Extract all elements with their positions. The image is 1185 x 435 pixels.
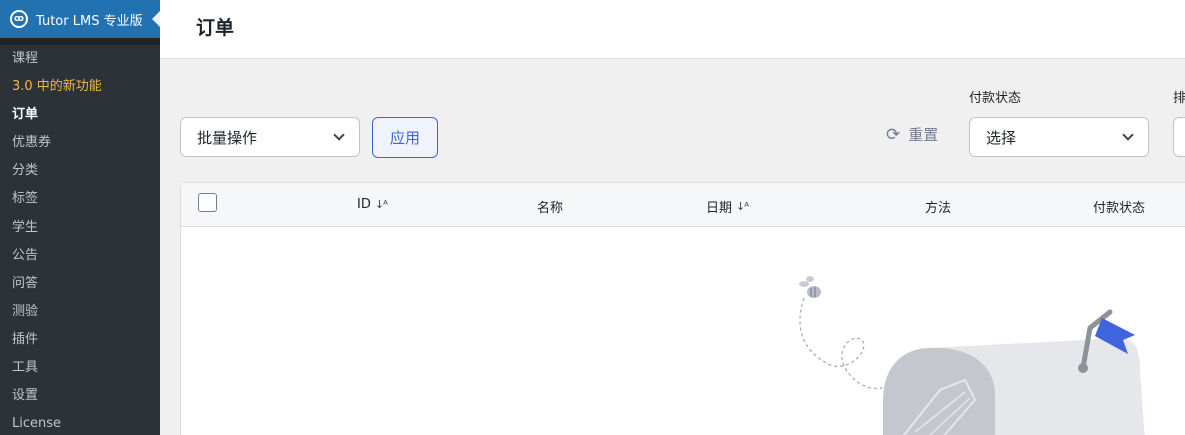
column-label: 方法 <box>925 201 952 216</box>
page-title: 订单 <box>196 17 235 39</box>
admin-sidebar: ꝏ Tutor LMS 专业版 课程 3.0 中的新功能 订单 优惠券 分类 标… <box>0 0 160 435</box>
sidebar-item-license[interactable]: License <box>0 410 160 435</box>
column-header-date[interactable]: 日期 ↓ᴬ <box>706 197 749 216</box>
sidebar-item-settings[interactable]: 设置 <box>0 382 160 410</box>
column-label: 日期 <box>706 201 733 216</box>
bulk-action-value: 批量操作 <box>197 128 258 147</box>
column-header-name: 名称 <box>537 197 563 216</box>
sidebar-item-coupons[interactable]: 优惠券 <box>0 129 160 157</box>
bulk-action-select[interactable]: 批量操作 <box>180 117 360 157</box>
refresh-icon: ⟳ <box>886 124 901 145</box>
payment-status-value: 选择 <box>986 128 1017 147</box>
sidebar-item-tags[interactable]: 标签 <box>0 185 160 213</box>
sidebar-item-orders[interactable]: 订单 <box>0 101 160 129</box>
payment-status-label: 付款状态 <box>969 91 1022 106</box>
sidebar-brand[interactable]: ꝏ Tutor LMS 专业版 <box>0 0 160 38</box>
sort-label: 排 <box>1173 91 1185 106</box>
sidebar-item-tools[interactable]: 工具 <box>0 354 160 382</box>
sidebar-submenu: 课程 3.0 中的新功能 订单 优惠券 分类 标签 学生 公告 问答 测验 插件… <box>0 45 160 435</box>
column-header-payment-status: 付款状态 <box>1093 197 1145 216</box>
column-header-id[interactable]: ID ↓ᴬ <box>357 197 388 212</box>
brand-title: Tutor LMS 专业版 <box>36 13 143 29</box>
sidebar-item-quizzes[interactable]: 测验 <box>0 298 160 326</box>
chevron-down-icon <box>333 129 345 141</box>
column-label: 付款状态 <box>1093 201 1146 216</box>
table-header: ID ↓ᴬ 名称 日期 ↓ᴬ 方法 付款状态 <box>181 183 1185 227</box>
sidebar-item-announcements[interactable]: 公告 <box>0 242 160 270</box>
column-label: ID <box>357 197 371 212</box>
sidebar-item-whats-new[interactable]: 3.0 中的新功能 <box>0 73 160 101</box>
empty-mailbox-illustration <box>799 276 1145 435</box>
sort-icon[interactable]: ↓ᴬ <box>375 198 388 211</box>
sort-icon[interactable]: ↓ᴬ <box>736 200 749 213</box>
reset-button[interactable]: ⟳ 重置 <box>886 124 938 145</box>
sidebar-item-qa[interactable]: 问答 <box>0 270 160 298</box>
column-header-method: 方法 <box>925 197 951 216</box>
chevron-down-icon <box>1122 129 1134 141</box>
page-header: 订单 <box>160 0 1185 59</box>
mailbox-icon <box>883 338 1145 435</box>
sidebar-item-categories[interactable]: 分类 <box>0 157 160 185</box>
owl-logo-icon: ꝏ <box>10 10 28 28</box>
active-indicator-notch <box>152 11 160 27</box>
apply-button[interactable]: 应用 <box>372 117 438 158</box>
payment-status-select[interactable]: 选择 <box>969 117 1149 157</box>
bee-icon <box>799 276 821 298</box>
reset-label: 重置 <box>908 126 939 144</box>
sidebar-item-students[interactable]: 学生 <box>0 214 160 242</box>
sidebar-item-courses[interactable]: 课程 <box>0 45 160 73</box>
column-label: 名称 <box>537 201 564 216</box>
sort-select[interactable] <box>1173 117 1185 157</box>
select-all-checkbox[interactable] <box>198 193 217 212</box>
sidebar-item-addons[interactable]: 插件 <box>0 326 160 354</box>
